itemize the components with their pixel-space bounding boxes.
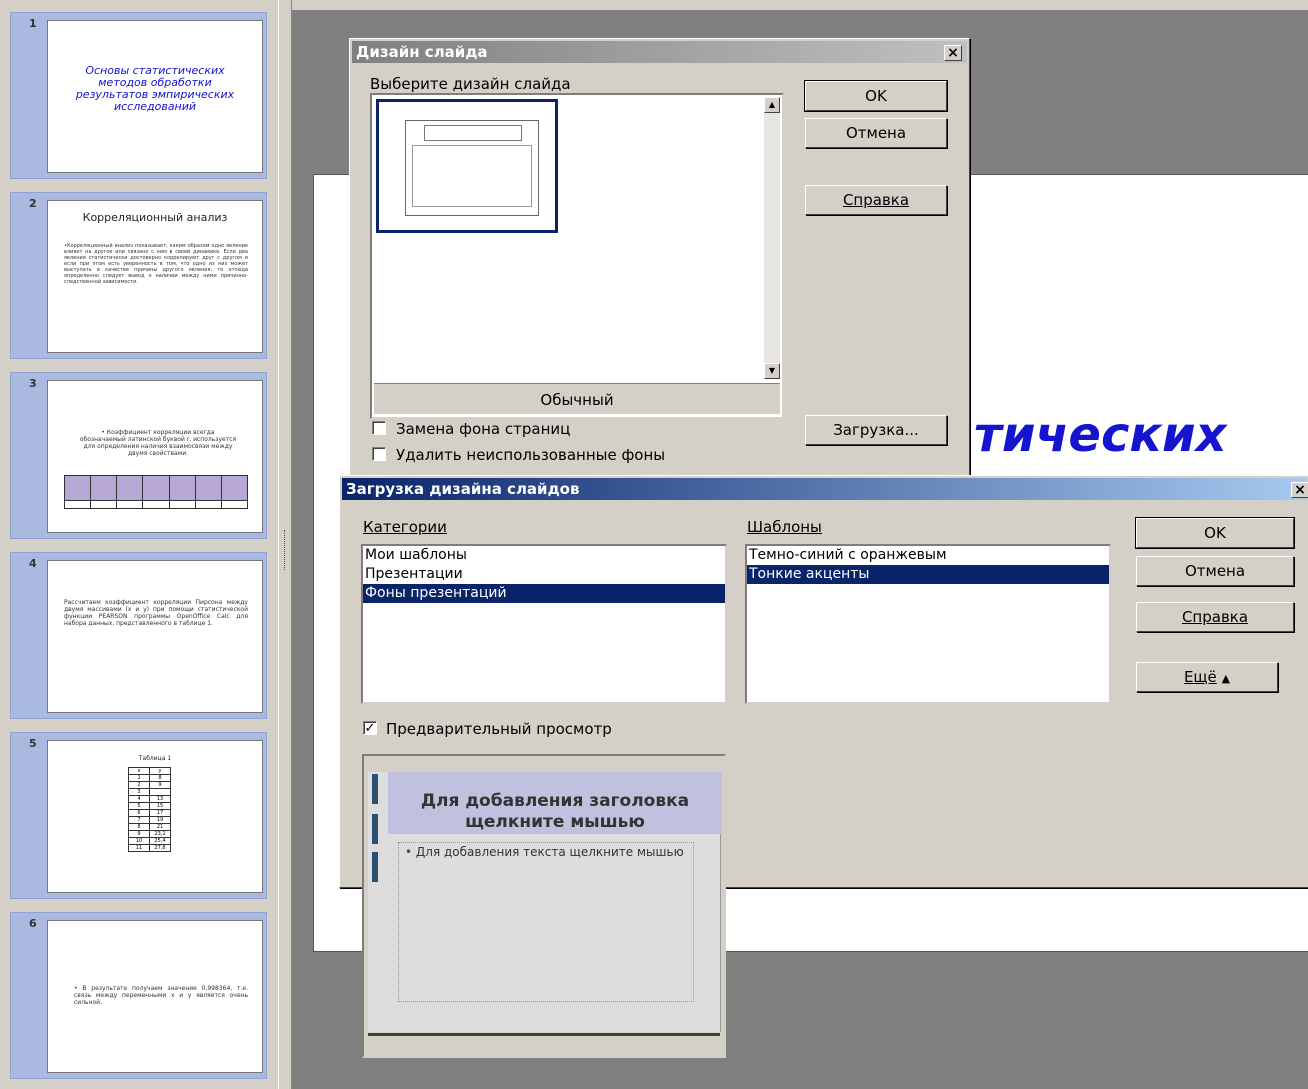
slide-number: 2 (29, 197, 37, 210)
load-cancel-button[interactable]: Отмена (1136, 556, 1294, 586)
load-dialog-close-button[interactable]: × (1291, 482, 1308, 498)
design-help-button[interactable]: Справка (805, 185, 947, 215)
accent-bar-icon (372, 814, 378, 844)
replace-background-label[interactable]: Замена фона страниц (396, 420, 570, 438)
template-item-selected[interactable]: Тонкие акценты (747, 565, 1109, 584)
design-cancel-button[interactable]: Отмена (805, 118, 947, 148)
main-slide-title[interactable]: тических (974, 407, 1227, 463)
load-dialog-titlebar[interactable]: Загрузка дизайна слайдов (342, 478, 1307, 500)
design-list[interactable]: ▲ ▼ Обычный (370, 93, 784, 419)
preview-body: • Для добавления текста щелкните мышью (398, 842, 694, 1002)
scroll-down-icon[interactable]: ▼ (764, 363, 780, 379)
replace-background-checkbox[interactable] (372, 421, 386, 435)
scroll-up-icon[interactable]: ▲ (764, 97, 780, 113)
categories-label: Категории (363, 518, 447, 536)
design-ok-button[interactable]: OK (804, 80, 948, 112)
slide-thumbnail-1[interactable]: 1 Основы статистических методов обработк… (10, 12, 267, 179)
design-dialog-title: Дизайн слайда (356, 43, 488, 61)
load-help-button[interactable]: Справка (1136, 602, 1294, 632)
preview-slide: Для добавления заголовка щелкните мышью … (368, 772, 722, 1032)
slide-thumbnail-3[interactable]: 3 • Коэффициент корреляции всегда обозна… (10, 372, 267, 539)
slide-body: • Коэффициент корреляции всегда обознача… (79, 429, 237, 457)
templates-label: Шаблоны (747, 518, 822, 536)
preview-bottom-line (368, 1033, 720, 1036)
category-item-selected[interactable]: Фоны презентаций (363, 584, 725, 603)
preview-title: Для добавления заголовка щелкните мышью (388, 772, 722, 834)
templates-list[interactable]: Темно-синий с оранжевым Тонкие акценты (745, 544, 1111, 704)
delete-unused-label[interactable]: Удалить неиспользованные фоны (396, 446, 665, 464)
more-button[interactable]: Ещё ▲ (1136, 662, 1278, 692)
slide-preview: • В результате получаем значение 0,99836… (47, 920, 263, 1073)
preview-body-text: Для добавления текста щелкните мышью (415, 845, 684, 859)
load-ok-button[interactable]: OK (1135, 517, 1295, 549)
delete-unused-checkbox[interactable] (372, 447, 386, 461)
slide-thumbnail-5[interactable]: 5 Таблица 1 xy 18 29 3 4 13 5 15 6 17 7 19 8… (10, 732, 267, 899)
preview-checkbox[interactable]: ✓ (363, 721, 377, 736)
slide-number: 1 (29, 17, 37, 30)
slide-preview: Рассчитаем коэффициент корреляции Пирсон… (47, 560, 263, 713)
more-button-label: Ещё (1183, 668, 1217, 686)
slide-number: 3 (29, 377, 37, 390)
slide-thumbnail-2[interactable]: 2 Корреляционный анализ •Корреляционный … (10, 192, 267, 359)
slide-title: Корреляционный анализ (82, 211, 228, 224)
slide-title: Таблица 1 (138, 755, 172, 762)
choose-design-label: Выберите дизайн слайда (370, 75, 571, 93)
design-load-button[interactable]: Загрузка... (805, 415, 947, 445)
slide-preview: Корреляционный анализ •Корреляционный ан… (47, 200, 263, 353)
slide-title: Основы статистических методов обработки … (75, 64, 235, 113)
slide-body: Рассчитаем коэффициент корреляции Пирсон… (64, 599, 248, 627)
slide-number: 5 (29, 737, 37, 750)
slide-preview: • Коэффициент корреляции всегда обознача… (47, 380, 263, 533)
design-dialog-close-button[interactable]: × (944, 45, 962, 61)
accent-bar-icon (372, 774, 378, 804)
category-item[interactable]: Мои шаблоны (363, 546, 725, 565)
preview-label[interactable]: Предварительный просмотр (386, 720, 612, 738)
design-thumbnail[interactable] (376, 99, 558, 233)
design-thumbnail-preview (405, 120, 539, 216)
load-dialog: Загрузка дизайна слайдов × Категории Мои… (339, 475, 1308, 1058)
slide-number: 4 (29, 557, 37, 570)
slide-preview: Таблица 1 xy 18 29 3 4 13 5 15 6 17 7 19 8 21… (47, 740, 263, 893)
slide-number: 6 (29, 917, 37, 930)
slide-panel: 1 Основы статистических методов обработк… (0, 0, 278, 1089)
slide-thumbnail-4[interactable]: 4 Рассчитаем коэффициент корреляции Пирс… (10, 552, 267, 719)
design-list-scrollbar[interactable]: ▲ ▼ (764, 97, 780, 379)
load-dialog-title: Загрузка дизайна слайдов (346, 480, 580, 498)
categories-list[interactable]: Мои шаблоны Презентации Фоны презентаций (361, 544, 727, 704)
slide-preview: Основы статистических методов обработки … (47, 20, 263, 173)
double-chevron-up-icon: ▲ (1221, 672, 1231, 685)
design-name: Обычный (374, 383, 780, 414)
bullet-icon: • (405, 845, 413, 859)
slide-thumbnail-6[interactable]: 6 • В результате получаем значение 0,998… (10, 912, 267, 1079)
panel-splitter[interactable] (278, 0, 292, 1089)
template-item[interactable]: Темно-синий с оранжевым (747, 546, 1109, 565)
accent-bar-icon (372, 852, 378, 882)
slide-table (63, 475, 249, 509)
design-dialog: Дизайн слайда × Выберите дизайн слайда ▲… (349, 38, 970, 478)
slide-table: xy 18 29 3 4 13 5 15 6 17 7 19 8 21 9 23,1 10 2… (128, 767, 171, 852)
design-dialog-titlebar[interactable]: Дизайн слайда (352, 41, 967, 63)
slide-body: • В результате получаем значение 0,99836… (74, 985, 248, 1006)
preview-pane: Для добавления заголовка щелкните мышью … (362, 754, 726, 1058)
category-item[interactable]: Презентации (363, 565, 725, 584)
edit-topbar (292, 0, 1308, 10)
slide-body: •Корреляционный анализ показывает, каким… (64, 243, 248, 285)
splitter-grip-icon (284, 530, 288, 570)
